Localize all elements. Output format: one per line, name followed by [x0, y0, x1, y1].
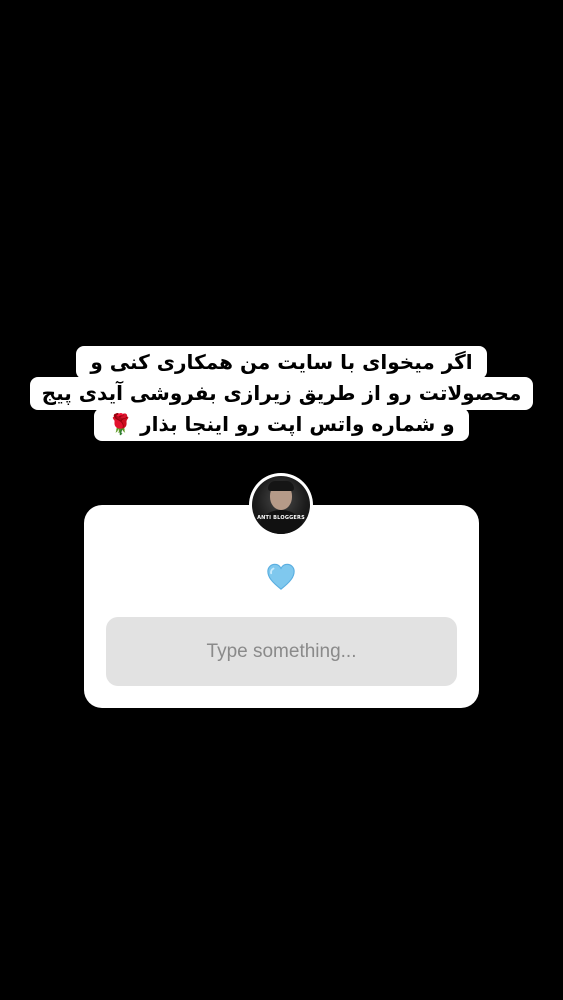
caption-line-3: و شماره واتس اپت رو اینجا بذار 🌹: [94, 408, 469, 441]
caption-line-1: اگر میخوای با سایت من همکاری کنی و: [76, 346, 487, 379]
avatar: ANTI BLOGGERS: [249, 473, 313, 537]
avatar-photo: ANTI BLOGGERS: [252, 476, 310, 534]
rose-icon: 🌹: [108, 412, 134, 436]
answer-input[interactable]: Type something...: [106, 617, 457, 686]
avatar-caption: ANTI BLOGGERS: [257, 515, 305, 521]
caption-line-3-text: و شماره واتس اپت رو اینجا بذار: [140, 412, 455, 436]
light-blue-heart-icon: [267, 563, 295, 590]
story-caption: اگر میخوای با سایت من همکاری کنی و محصول…: [0, 346, 563, 441]
caption-line-2: محصولاتت رو از طریق زیرازی بفروشی آیدی پ…: [29, 377, 534, 410]
